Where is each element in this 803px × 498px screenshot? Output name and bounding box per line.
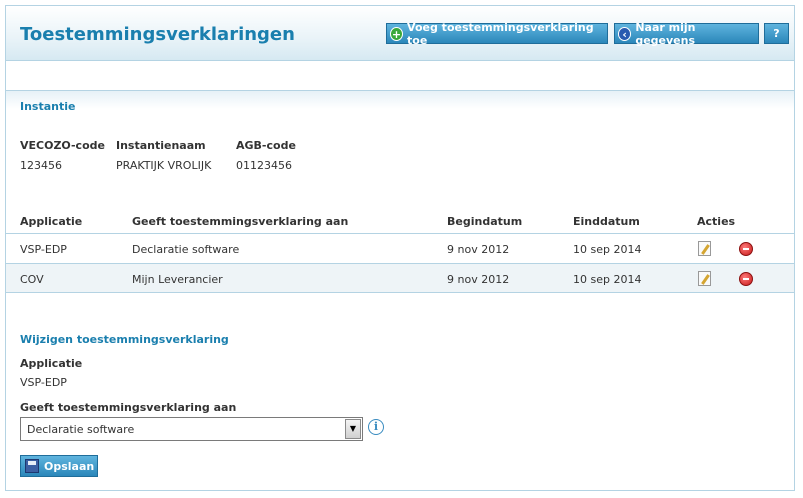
row-einddatum: 10 sep 2014: [573, 273, 642, 286]
col-header-einddatum: Einddatum: [573, 215, 640, 228]
col-header-applicatie: Applicatie: [20, 215, 83, 228]
col-header-begindatum: Begindatum: [447, 215, 523, 228]
col-header-geeft-aan: Geeft toestemmingsverklaring aan: [132, 215, 349, 228]
table-row: VSP-EDP Declaratie software 9 nov 2012 1…: [6, 233, 794, 263]
applicatie-label: Applicatie: [20, 357, 83, 370]
row-einddatum: 10 sep 2014: [573, 243, 642, 256]
floppy-disk-icon: [25, 459, 39, 473]
geeft-aan-label: Geeft toestemmingsverklaring aan: [20, 401, 237, 414]
delete-minus-icon[interactable]: [739, 242, 753, 256]
row-geeft-aan: Declaratie software: [132, 243, 240, 256]
col-header-acties: Acties: [697, 215, 736, 228]
toolbar-band: [5, 61, 795, 91]
vecozo-code-value: 123456: [20, 159, 62, 172]
main-content: Instantie VECOZO-code Instantienaam AGB-…: [5, 91, 795, 491]
save-button-label: Opslaan: [44, 459, 95, 473]
row-begindatum: 9 nov 2012: [447, 243, 510, 256]
agb-code-value: 01123456: [236, 159, 292, 172]
applicatie-value: VSP-EDP: [20, 376, 67, 389]
edit-pencil-icon[interactable]: [698, 271, 711, 286]
back-button-label: Naar mijn gegevens: [635, 20, 696, 47]
help-button[interactable]: ?: [764, 23, 789, 44]
add-button-label: Voeg toestemmingsverklaring toe: [407, 20, 594, 47]
row-applicatie: COV: [20, 273, 44, 286]
add-toestemming-button[interactable]: + Voeg toestemmingsverklaring toe: [386, 20, 608, 47]
row-applicatie: VSP-EDP: [20, 243, 67, 256]
edit-pencil-icon[interactable]: [698, 241, 711, 256]
geeft-aan-select[interactable]: Declaratie software ▼: [20, 417, 363, 441]
vecozo-code-label: VECOZO-code: [20, 139, 105, 152]
save-button[interactable]: Opslaan: [20, 455, 98, 477]
edit-section-title: Wijzigen toestemmingsverklaring: [20, 333, 229, 346]
row-begindatum: 9 nov 2012: [447, 273, 510, 286]
instantienaam-label: Instantienaam: [116, 139, 206, 152]
page-header: Toestemmingsverklaringen + Voeg toestemm…: [5, 5, 795, 61]
agb-code-label: AGB-code: [236, 139, 296, 152]
instantie-section-title: Instantie: [20, 100, 76, 113]
instantienaam-value: PRAKTIJK VROLIJK: [116, 159, 212, 172]
row-geeft-aan: Mijn Leverancier: [132, 273, 223, 286]
select-value: Declaratie software: [27, 423, 135, 436]
arrow-left-circle-icon: ‹: [618, 26, 632, 41]
info-icon[interactable]: i: [368, 419, 384, 435]
delete-minus-icon[interactable]: [739, 272, 753, 286]
table-row: COV Mijn Leverancier 9 nov 2012 10 sep 2…: [6, 263, 794, 293]
chevron-down-icon[interactable]: ▼: [345, 419, 361, 439]
back-to-my-data-button[interactable]: ‹ Naar mijn gegevens: [614, 20, 759, 47]
plus-circle-icon: +: [390, 26, 404, 41]
page-title: Toestemmingsverklaringen: [20, 24, 295, 45]
